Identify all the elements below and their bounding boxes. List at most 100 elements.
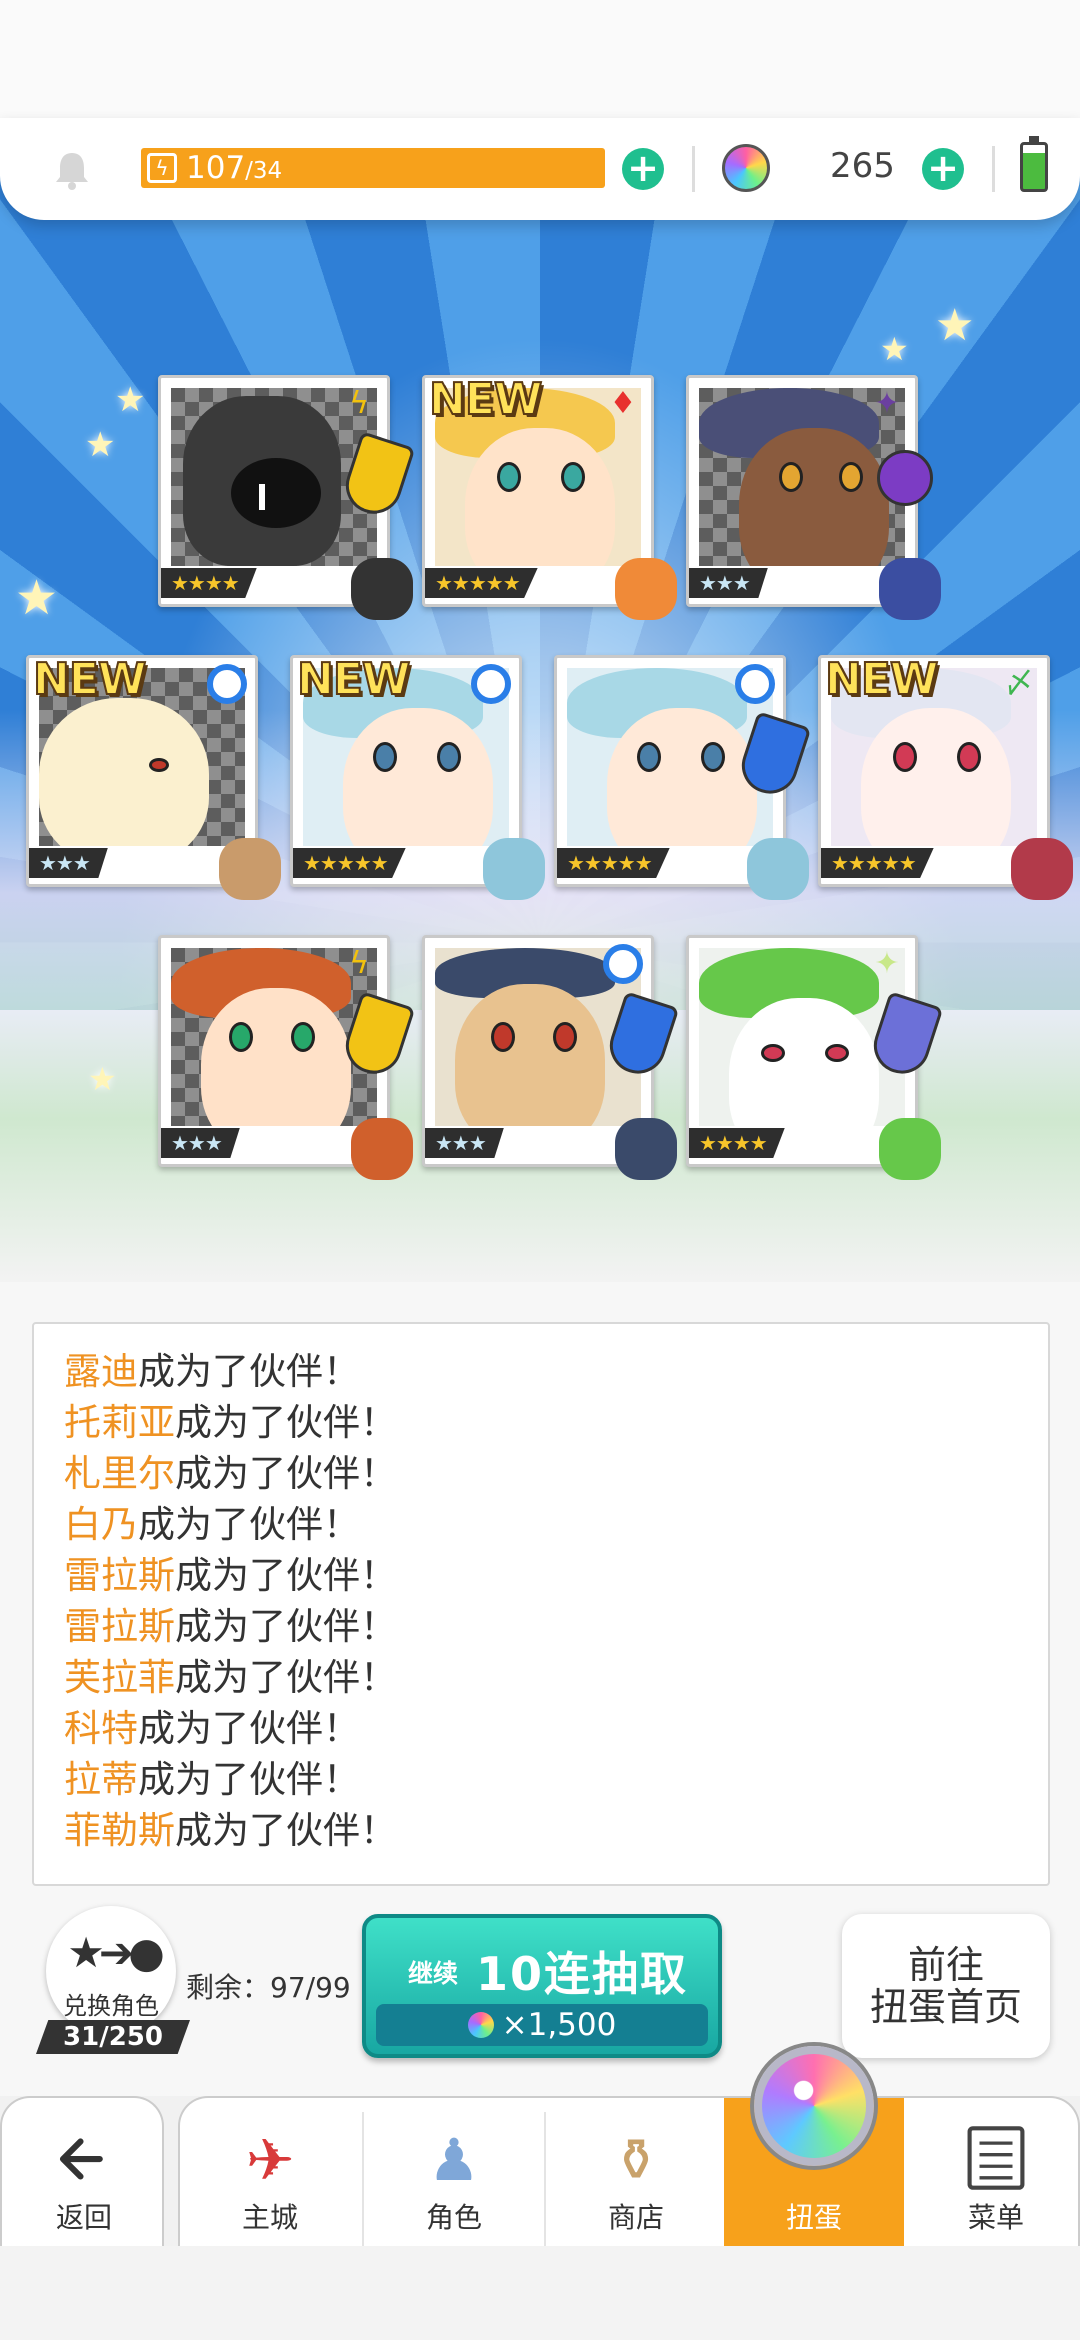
- character-card[interactable]: ♦ NEW ★★★★★: [422, 373, 677, 620]
- pixel-sprite: [747, 838, 809, 900]
- result-list: 露迪成为了伙伴！ 托莉亚成为了伙伴！ 札里尔成为了伙伴！ 白乃成为了伙伴！ 雷拉…: [64, 1346, 397, 1856]
- character-card[interactable]: ★★★: [422, 935, 680, 1180]
- character-card[interactable]: NEW ★★★: [26, 653, 281, 900]
- pixel-sprite: [615, 1118, 677, 1180]
- battery-icon: [1020, 136, 1048, 192]
- star-to-person-icon: ★➔●: [67, 1928, 165, 1977]
- pixel-sprite: [351, 558, 413, 620]
- continue-10-pull-button[interactable]: 继续 10连抽取 ×1,500: [362, 1914, 722, 2058]
- thunder-icon: ϟ: [349, 946, 369, 981]
- nav-tabs: ✈ 主城 ♟ 角色 ⚱ 商店 扭蛋 菜单: [178, 2046, 1080, 2248]
- pull-cost: ×1,500: [376, 2004, 708, 2046]
- tab-label: 菜单: [967, 2201, 1024, 2234]
- water-icon: [471, 664, 511, 704]
- status-area: [0, 0, 1080, 120]
- tab-label: 扭蛋: [785, 2201, 842, 2234]
- shop-bag-icon: ⚱: [611, 2126, 661, 2194]
- character-name: 雷拉斯: [64, 1605, 175, 1648]
- rarity-stars: ★★★★: [161, 568, 257, 598]
- continue-label: 继续: [408, 1959, 459, 1988]
- rarity-stars: ★★★: [161, 1128, 240, 1158]
- list-item: 拉蒂成为了伙伴！: [64, 1758, 360, 1801]
- water-icon: [603, 944, 643, 984]
- sparkle-icon: ★: [88, 1060, 117, 1098]
- character-card[interactable]: ✦ ★★★: [686, 375, 941, 620]
- new-tag: NEW: [296, 653, 411, 706]
- gacha-result-banner: ★ ★ ★ ★ ★ ★ ★ ϟ ★★★★ ♦ NEW ★★★★★ ✦: [0, 150, 1080, 1282]
- pull-title: 10连抽取: [476, 1947, 689, 2001]
- rarity-stars: ★★★★★: [293, 848, 406, 878]
- character-name: 菲勒斯: [64, 1809, 175, 1852]
- rarity-stars: ★★★★: [689, 1128, 785, 1158]
- tab-menu[interactable]: 菜单: [906, 2098, 1080, 2248]
- pull-result-log[interactable]: 露迪成为了伙伴！ 托莉亚成为了伙伴！ 札里尔成为了伙伴！ 白乃成为了伙伴！ 雷拉…: [32, 1322, 1050, 1886]
- pixel-sprite: [615, 558, 677, 620]
- fire-icon: ♦: [609, 386, 637, 421]
- character-card[interactable]: ★★★★★: [554, 655, 812, 900]
- tab-town[interactable]: ✈ 主城: [180, 2098, 360, 2248]
- rarity-stars: ★★★: [425, 1128, 504, 1158]
- character-card[interactable]: ϟ ★★★: [158, 935, 416, 1180]
- character-statue-icon: ♟: [428, 2126, 480, 2194]
- divider: [992, 146, 995, 192]
- exchange-character-button[interactable]: ★➔● 兑换角色: [46, 1906, 176, 2036]
- energy-current: 107: [186, 150, 246, 186]
- pixel-sprite: [879, 558, 941, 620]
- system-nav-area: [0, 2246, 1080, 2340]
- water-icon: [207, 664, 247, 704]
- character-name: 白乃: [64, 1503, 138, 1546]
- pixel-sprite: [1011, 838, 1073, 900]
- energy-max: /34: [245, 158, 283, 184]
- character-card[interactable]: ϟ ★★★★: [158, 375, 416, 620]
- rarity-stars: ★★★★★: [557, 848, 670, 878]
- character-name: 露迪: [64, 1350, 138, 1393]
- rarity-stars: ★★★: [29, 848, 108, 878]
- character-name: 科特: [64, 1707, 138, 1750]
- character-card[interactable]: 〆 NEW ★★★★★: [818, 653, 1073, 900]
- pixel-sprite: [483, 838, 545, 900]
- character-card[interactable]: NEW ★★★★★: [290, 653, 545, 900]
- add-gems-button[interactable]: +: [922, 148, 964, 190]
- add-energy-button[interactable]: +: [622, 148, 664, 190]
- tab-label: 主城: [241, 2201, 298, 2234]
- rarity-stars: ★★★★★: [425, 568, 538, 598]
- arrow-left-icon: [59, 2138, 103, 2180]
- divider: [692, 146, 695, 192]
- go-gacha-home-button[interactable]: 前往 扭蛋首页: [842, 1914, 1050, 2058]
- tab-shop[interactable]: ⚱ 商店: [546, 2098, 726, 2248]
- list-item: 菲勒斯成为了伙伴！: [64, 1809, 397, 1852]
- sparkle-icon: ★: [115, 380, 146, 420]
- new-tag: NEW: [824, 653, 939, 706]
- list-item: 雷拉斯成为了伙伴！: [64, 1554, 397, 1597]
- character-name: 托莉亚: [64, 1401, 175, 1444]
- dark-icon: ✦: [874, 386, 900, 421]
- character-card[interactable]: ✦ ★★★★: [686, 935, 944, 1180]
- tab-characters[interactable]: ♟ 角色: [364, 2098, 544, 2248]
- character-name: 雷拉斯: [64, 1554, 175, 1597]
- back-button[interactable]: 返回: [0, 2096, 164, 2246]
- exchange-count: 31/250: [36, 2020, 190, 2054]
- tab-gacha[interactable]: 扭蛋: [724, 2046, 904, 2248]
- resource-bar: ϟ 107/34 + 265 +: [0, 118, 1080, 220]
- list-item: 雷拉斯成为了伙伴！: [64, 1605, 397, 1648]
- rarity-stars: ★★★: [689, 568, 768, 598]
- rarity-stars: ★★★★★: [821, 848, 934, 878]
- wind-icon: 〆: [1004, 666, 1034, 701]
- gem-count: 265: [830, 146, 895, 186]
- list-item: 白乃成为了伙伴！: [64, 1503, 360, 1546]
- gacha-orb-icon: [754, 2046, 874, 2166]
- list-item: 露迪成为了伙伴！: [64, 1350, 360, 1393]
- list-item: 札里尔成为了伙伴！: [64, 1452, 397, 1495]
- bell-icon[interactable]: [50, 148, 94, 192]
- tab-label: 商店: [607, 2201, 664, 2234]
- water-icon: [735, 664, 775, 704]
- dark-crystal-icon: [877, 450, 933, 506]
- character-name: 拉蒂: [64, 1758, 138, 1801]
- pixel-sprite: [219, 838, 281, 900]
- sparkle-icon: ★: [935, 300, 975, 351]
- character-name: 芙拉菲: [64, 1656, 175, 1699]
- sparkle-icon: ★: [85, 425, 116, 465]
- sparkle-icon: ★: [15, 570, 59, 626]
- menu-list-icon: [967, 2126, 1025, 2190]
- list-item: 托莉亚成为了伙伴！: [64, 1401, 397, 1444]
